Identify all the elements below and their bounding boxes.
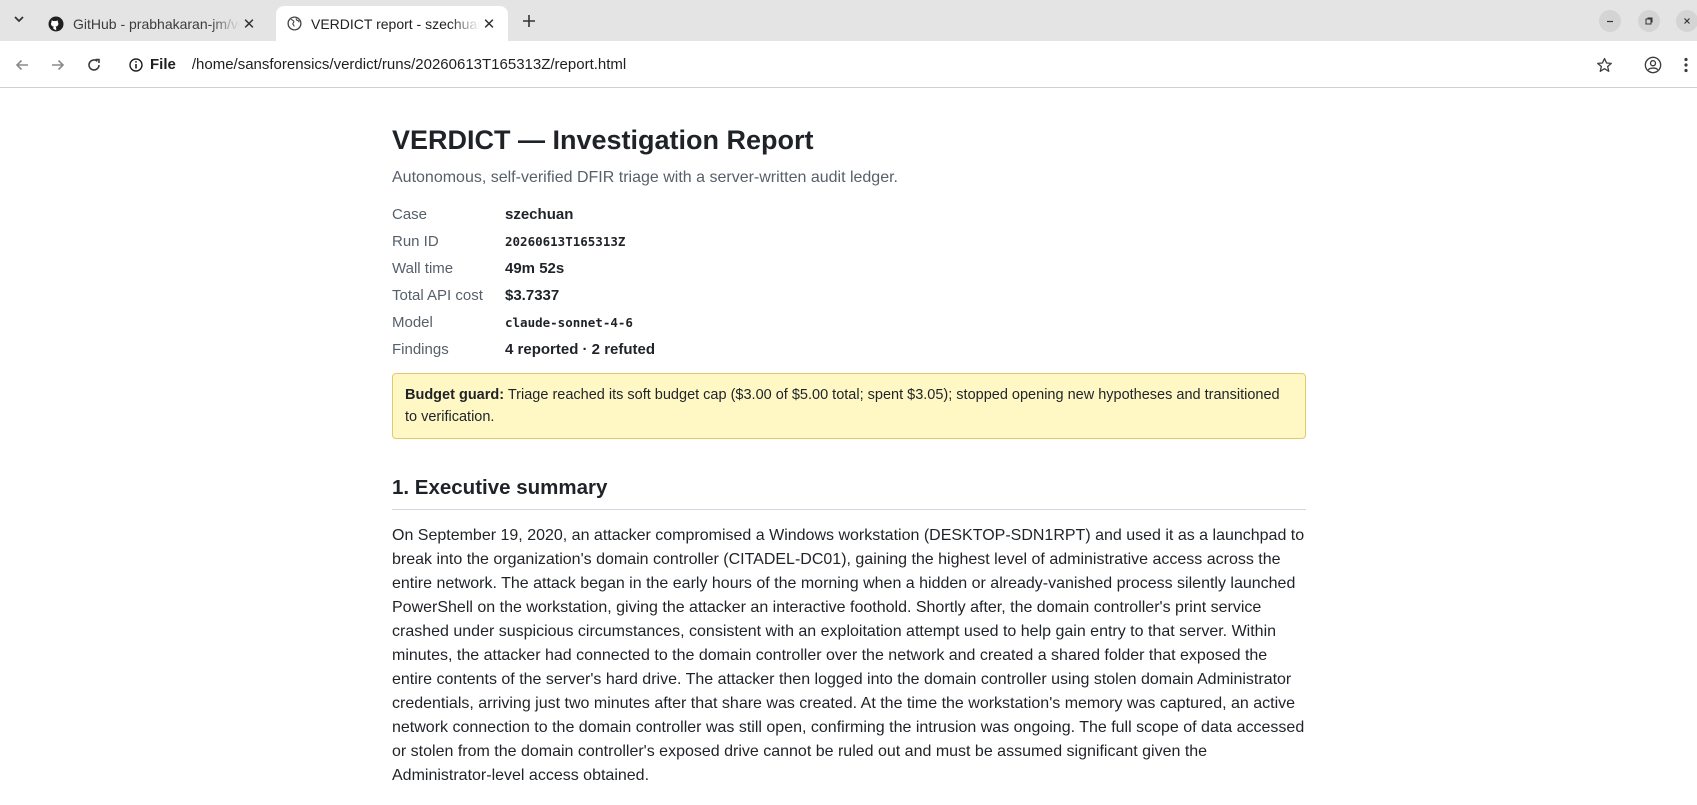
- new-tab-button[interactable]: [518, 10, 540, 32]
- tab-title: VERDICT report - szechuan: [311, 15, 480, 32]
- meta-value: 49m 52s: [505, 260, 565, 277]
- tab-verdict-report[interactable]: VERDICT report - szechuan ✕: [276, 6, 508, 41]
- executive-summary-text: On September 19, 2020, an attacker compr…: [392, 527, 1305, 784]
- minimize-icon: [1607, 20, 1613, 23]
- meta-row-findings: Findings 4 reported · 2 refuted: [392, 336, 1306, 363]
- scheme-label: File: [150, 56, 176, 73]
- url-text[interactable]: /home/sansforensics/verdict/runs/2026061…: [192, 56, 626, 73]
- budget-guard-label: Budget guard:: [405, 387, 505, 403]
- meta-label: Run ID: [392, 233, 439, 250]
- tab-search-button[interactable]: [8, 8, 30, 30]
- globe-icon: [286, 16, 302, 32]
- reload-icon: [88, 58, 100, 71]
- close-icon[interactable]: ✕: [480, 15, 498, 33]
- address-bar[interactable]: File /home/sansforensics/verdict/runs/20…: [118, 47, 1630, 82]
- meta-row-model: Model claude-sonnet-4-6: [392, 309, 1306, 336]
- tab-strip: GitHub - prabhakaran-jm/verdict ✕ VERDIC…: [0, 0, 1697, 41]
- meta-row-case: Case szechuan: [392, 201, 1306, 228]
- budget-guard-text: Triage reached its soft budget cap ($3.0…: [405, 387, 1280, 425]
- section-title-executive-summary: 1. Executive summary: [392, 475, 1306, 510]
- chevron-down-icon: [14, 16, 24, 23]
- meta-value: $3.7337: [505, 287, 560, 304]
- window-close-button[interactable]: [1676, 10, 1697, 32]
- profile-icon[interactable]: [1641, 53, 1665, 77]
- browser-toolbar: File /home/sansforensics/verdict/runs/20…: [0, 41, 1697, 88]
- meta-label: Wall time: [392, 260, 454, 277]
- meta-value: claude-sonnet-4-6: [505, 315, 633, 330]
- close-icon: [1684, 18, 1690, 24]
- meta-label: Total API cost: [392, 287, 483, 304]
- github-icon: [48, 16, 64, 32]
- plus-icon: [523, 15, 535, 27]
- info-icon[interactable]: [128, 57, 144, 73]
- arrow-right-icon: [52, 59, 65, 71]
- tab-title: GitHub - prabhakaran-jm/verdict: [73, 15, 240, 32]
- meta-value: 20260613T165313Z: [505, 234, 626, 249]
- meta-value: szechuan: [505, 206, 574, 223]
- restore-button[interactable]: [1638, 10, 1660, 32]
- bookmark-star-icon[interactable]: [1592, 53, 1616, 77]
- forward-button[interactable]: [46, 53, 70, 77]
- report-content: VERDICT — Investigation Report Autonomou…: [392, 88, 1306, 788]
- close-icon[interactable]: ✕: [240, 15, 258, 33]
- meta-label: Case: [392, 206, 428, 223]
- reload-button[interactable]: [82, 53, 106, 77]
- meta-label: Findings: [392, 341, 449, 358]
- meta-label: Model: [392, 314, 433, 331]
- page-title: VERDICT — Investigation Report: [392, 125, 814, 155]
- tab-github[interactable]: GitHub - prabhakaran-jm/verdict ✕: [38, 6, 268, 41]
- meta-value: 4 reported · 2 refuted: [505, 341, 656, 358]
- meta-row-wall-time: Wall time 49m 52s: [392, 255, 1306, 282]
- arrow-left-icon: [15, 59, 28, 71]
- meta-row-api-cost: Total API cost $3.7337: [392, 282, 1306, 309]
- report-subtitle: Autonomous, self-verified DFIR triage wi…: [392, 169, 898, 186]
- minimize-button[interactable]: [1599, 10, 1621, 32]
- meta-row-run-id: Run ID 20260613T165313Z: [392, 228, 1306, 255]
- report-metadata: Case szechuan Run ID 20260613T165313Z Wa…: [392, 201, 1306, 363]
- kebab-menu-icon[interactable]: [1679, 53, 1693, 77]
- budget-guard-notice: Budget guard: Triage reached its soft bu…: [392, 373, 1306, 439]
- restore-icon: [1645, 17, 1653, 25]
- back-button[interactable]: [10, 53, 34, 77]
